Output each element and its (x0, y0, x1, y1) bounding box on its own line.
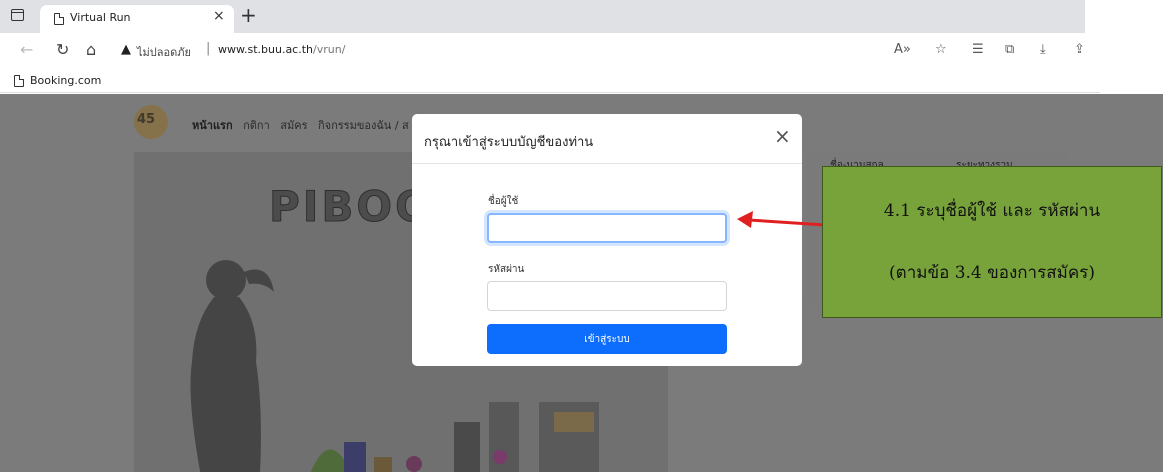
close-icon[interactable]: × (774, 125, 791, 147)
hero-title: PIBOO (269, 182, 434, 232)
runner-silhouette-image (190, 260, 274, 472)
nav-my-activities[interactable]: กิจกรรมของฉัน / ส (318, 119, 409, 132)
nav-rules[interactable]: กติกา (243, 119, 270, 132)
favorite-icon[interactable]: ☆ (935, 42, 947, 58)
instruction-callout: 4.1 ระบุชื่อผู้ใช้ และ รหัสผ่าน (ตามข้อ … (822, 166, 1162, 318)
tab-title: Virtual Run (70, 11, 131, 24)
nav-home[interactable]: หน้าแรก (192, 119, 233, 132)
callout-line-2: (ตามข้อ 3.4 ของการสมัคร) (889, 263, 1095, 283)
home-icon[interactable]: ⌂ (86, 41, 96, 59)
address-bar: ← ↻ ⌂ ▲ ไม่ปลอดภัย | www.st.buu.ac.th/vr… (0, 33, 1100, 69)
bookmarks-bar: Booking.com (0, 69, 1100, 93)
modal-header: กรุณาเข้าสู่ระบบบัญชีของท่าน × (412, 114, 802, 164)
logo-text: 45 (137, 112, 156, 127)
bookmark-page-icon (14, 75, 24, 87)
downloads-icon[interactable]: ⤓ (1040, 42, 1046, 58)
warning-icon[interactable]: ▲ (121, 42, 131, 57)
username-label: ชื่อผู้ใช้ (488, 196, 519, 207)
new-tab-button[interactable]: + (240, 4, 257, 26)
url-path: /vrun/ (313, 43, 346, 56)
site-logo[interactable]: 45 (134, 105, 168, 139)
tab-bar: Virtual Run × + (0, 0, 1085, 33)
nav-register[interactable]: สมัคร (280, 119, 307, 132)
url-field[interactable]: www.st.buu.ac.th/vrun/ (218, 43, 345, 56)
tab-close-icon[interactable]: × (213, 8, 225, 24)
share-icon[interactable]: ⇪ (1074, 42, 1085, 58)
url-host: www.st.buu.ac.th (218, 43, 314, 56)
password-input[interactable] (487, 281, 727, 311)
red-arrow-icon (737, 211, 826, 228)
callout-line-1: 4.1 ระบุชื่อผู้ใช้ และ รหัสผ่าน (883, 201, 1101, 221)
browser-tab[interactable]: Virtual Run × (40, 5, 234, 33)
read-aloud-icon[interactable]: A» (894, 42, 911, 58)
username-input[interactable] (487, 213, 727, 243)
page-icon (54, 13, 64, 25)
modal-title: กรุณาเข้าสู่ระบบบัญชีของท่าน (424, 135, 594, 150)
bookmark-booking[interactable]: Booking.com (30, 74, 101, 87)
back-icon[interactable]: ← (20, 41, 33, 59)
password-label: รหัสผ่าน (488, 264, 525, 275)
security-label[interactable]: ไม่ปลอดภัย (137, 43, 191, 61)
login-button[interactable]: เข้าสู่ระบบ (487, 324, 727, 354)
nav-links: หน้าแรก กติกา สมัคร กิจกรรมของฉัน / ส (192, 116, 416, 134)
city-illustration-image (311, 402, 599, 472)
url-separator: | (206, 41, 211, 56)
tab-actions-icon[interactable] (11, 9, 24, 21)
reload-icon[interactable]: ↻ (56, 41, 69, 59)
favorites-list-icon[interactable]: ☰ (972, 42, 984, 58)
collections-icon[interactable]: ⧉ (1005, 42, 1014, 58)
